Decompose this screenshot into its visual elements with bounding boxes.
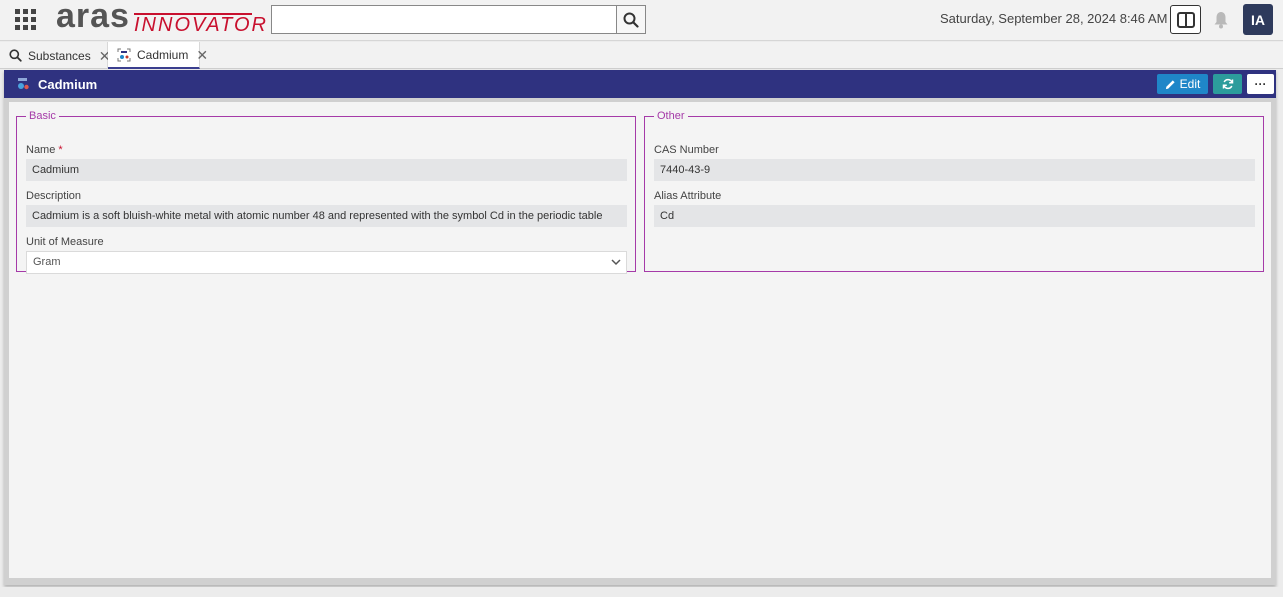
name-label: Name * [26,144,63,156]
item-titlebar: Cadmium Edit ··· [4,70,1276,98]
refresh-button[interactable] [1213,74,1242,94]
name-field[interactable]: Cadmium [26,159,627,181]
pencil-icon [1165,79,1175,89]
refresh-icon [1222,78,1233,90]
required-marker: * [58,144,63,156]
item-view: Cadmium Edit ··· Basic Name * Cadmium Des… [4,70,1276,585]
search-box [271,5,646,34]
notifications-button[interactable] [1210,9,1232,31]
cas-number-label: CAS Number [654,144,719,156]
search-input[interactable] [272,6,617,33]
substance-icon [16,77,30,96]
split-layout-icon [1176,11,1195,28]
group-basic-legend: Basic [29,110,56,122]
search-icon [9,49,22,62]
close-icon[interactable]: ✕ [196,48,208,62]
tab-bar: Substances ✕ Cadmium ✕ [0,42,1283,69]
group-other: Other CAS Number 7440-43-9 Alias Attribu… [644,110,1264,272]
logo-aras-text: aras [56,0,130,35]
name-label-text: Name [26,144,56,156]
item-form: Basic Name * Cadmium Description Cadmium … [9,102,1271,578]
tab-label: Cadmium [137,47,189,62]
chevron-down-icon [611,259,621,266]
split-layout-button[interactable] [1170,5,1201,34]
description-field[interactable]: Cadmium is a soft bluish-white metal wit… [26,205,627,227]
tab-label: Substances [28,48,91,63]
logo-innovator-text: INNOVATOR [134,14,268,36]
edit-button-label: Edit [1179,77,1201,91]
cas-number-field[interactable]: 7440-43-9 [654,159,1255,181]
unit-of-measure-value: Gram [33,256,61,268]
more-actions-button[interactable]: ··· [1247,74,1274,94]
group-basic: Basic Name * Cadmium Description Cadmium … [16,110,636,274]
alias-attribute-label: Alias Attribute [654,190,722,202]
apps-grid-icon[interactable] [15,9,37,31]
current-datetime: Saturday, September 28, 2024 8:46 AM [940,11,1168,26]
bottom-bar [0,587,1283,597]
unit-of-measure-label: Unit of Measure [26,236,104,248]
substance-icon [117,48,131,62]
description-label: Description [26,190,82,202]
tab-substances[interactable]: Substances ✕ [0,42,110,69]
edit-button[interactable]: Edit [1157,74,1208,94]
user-avatar[interactable]: IA [1243,4,1273,35]
tab-cadmium[interactable]: Cadmium ✕ [108,42,208,69]
group-other-legend: Other [657,110,685,122]
unit-of-measure-select[interactable]: Gram [26,251,627,274]
search-button[interactable] [616,6,645,33]
bell-icon [1214,12,1228,29]
item-title: Cadmium [38,77,98,92]
top-header: aras INNOVATOR Saturday, September 28, 2… [0,0,1283,41]
search-icon [623,12,639,28]
alias-attribute-field[interactable]: Cd [654,205,1255,227]
